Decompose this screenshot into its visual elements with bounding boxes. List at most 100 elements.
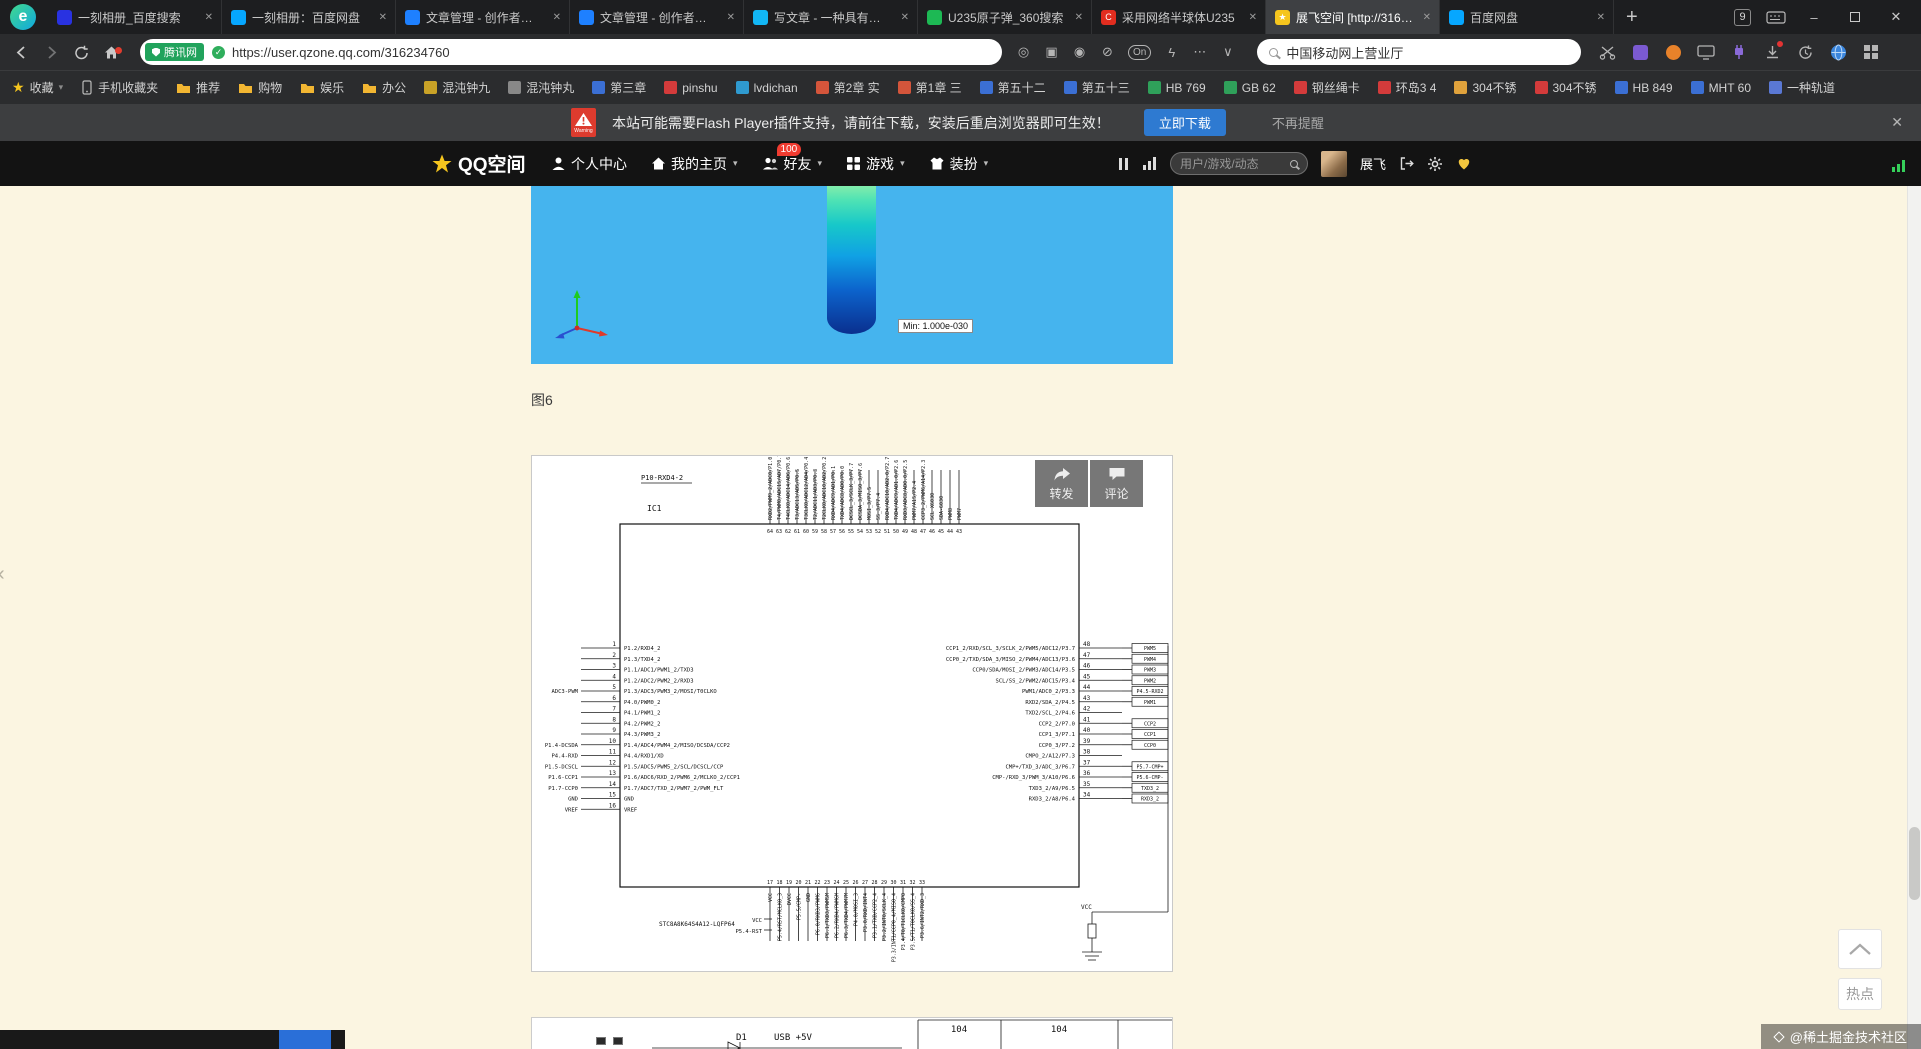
bookmark-item[interactable]: 混沌钟九 [424, 79, 490, 96]
bookmark-item[interactable]: 第2章 实 [815, 79, 880, 96]
browser-tab[interactable]: 写文章 - 一种具有三点 ✕ [744, 0, 918, 34]
snapshot-icon[interactable]: ◉ [1072, 44, 1087, 60]
extension-orange-icon[interactable] [1661, 40, 1685, 64]
quick-launch-icon[interactable]: ϟ [1164, 45, 1179, 60]
browser-tab[interactable]: 百度网盘 ✕ [1440, 0, 1614, 34]
comment-button[interactable]: 评论 [1090, 460, 1143, 507]
maximize-button[interactable] [1842, 10, 1868, 25]
dismiss-reminder-link[interactable]: 不再提醒 [1272, 113, 1324, 132]
browser-tab[interactable]: 一刻相册_百度搜索 ✕ [48, 0, 222, 34]
forward-button[interactable]: 转发 [1035, 460, 1088, 507]
pause-icon[interactable] [1117, 157, 1129, 170]
bookmark-item[interactable]: 购物 [238, 79, 282, 96]
browser-sphere-icon[interactable] [1826, 40, 1850, 64]
hot-topics-button[interactable]: 热点 [1838, 978, 1882, 1010]
tab-close-icon[interactable]: ✕ [1595, 10, 1607, 25]
refresh-icon[interactable] [66, 44, 96, 61]
bookmark-item[interactable]: 第三章 [592, 79, 646, 96]
tab-close-icon[interactable]: ✕ [1247, 10, 1259, 25]
nav-item-dress[interactable]: 装扮 ▾ [929, 154, 988, 174]
bookmark-item[interactable]: MHT 60 [1690, 81, 1751, 95]
bookmark-item[interactable]: 娱乐 [300, 79, 344, 96]
site-badge[interactable]: 腾讯网 [145, 43, 204, 61]
music-bars-icon[interactable] [1142, 157, 1157, 170]
banner-close-icon[interactable]: ✕ [1891, 114, 1903, 131]
bookmark-item[interactable]: 第五十三 [1063, 79, 1130, 96]
nav-item-home[interactable]: 我的主页 ▾ [651, 154, 738, 174]
browser-tab[interactable]: ★ 展飞空间 [http://316234760] ✕ [1266, 0, 1440, 34]
gear-icon[interactable] [1427, 156, 1443, 172]
tab-close-icon[interactable]: ✕ [1421, 10, 1433, 25]
keyboard-icon[interactable] [1766, 9, 1786, 25]
tab-close-icon[interactable]: ✕ [377, 10, 389, 25]
bookmark-item[interactable]: 304不锈 [1534, 79, 1597, 96]
more-icon[interactable]: ⋯ [1192, 44, 1207, 60]
browser-tab[interactable]: U235原子弹_360搜索 ✕ [918, 0, 1092, 34]
browser-search-box[interactable]: 中国移动网上营业厅 [1257, 39, 1582, 65]
schematic-image[interactable]: IC1 P10-RXD4-2 1 P1.2/RXD4_2 2 P1.3/TXD4_2 3 P1… [531, 455, 1173, 972]
nav-item-profile[interactable]: 个人中心 [551, 154, 627, 174]
nav-item-games[interactable]: 游戏 ▾ [846, 154, 905, 174]
history-icon[interactable] [1793, 40, 1817, 64]
url-field[interactable]: 腾讯网 ✓ https://user.qzone.qq.com/31623476… [140, 39, 1002, 65]
scrollbar-thumb[interactable] [1909, 827, 1920, 900]
bookmark-item[interactable]: HB 849 [1614, 81, 1673, 95]
tab-close-icon[interactable]: ✕ [203, 10, 215, 25]
bookmark-item[interactable]: 304不锈 [1454, 79, 1517, 96]
extension-purple-icon[interactable] [1628, 40, 1652, 64]
apps-grid-icon[interactable] [1859, 40, 1883, 64]
tab-close-icon[interactable]: ✕ [551, 10, 563, 25]
avatar[interactable] [1321, 150, 1347, 177]
browser-tab[interactable]: C 采用网络半球体U235 ✕ [1092, 0, 1266, 34]
bookmark-item[interactable]: GB 62 [1223, 81, 1276, 95]
browser-logo[interactable]: e [10, 4, 36, 30]
scrollbar[interactable] [1907, 186, 1921, 1049]
browser-tab[interactable]: 文章管理 - 创作者中心 ✕ [570, 0, 744, 34]
bookmark-item[interactable]: 一种轨道 [1769, 79, 1835, 96]
scissors-icon[interactable] [1595, 40, 1619, 64]
tab-close-icon[interactable]: ✕ [899, 10, 911, 25]
bookmark-item[interactable]: 环岛3 4 [1377, 79, 1436, 96]
bookmark-item[interactable]: 混沌钟丸 [508, 79, 574, 96]
bookmark-item[interactable]: HB 769 [1147, 81, 1206, 95]
tab-close-icon[interactable]: ✕ [1073, 10, 1085, 25]
plugin-icon[interactable] [1727, 40, 1751, 64]
images-icon[interactable]: ▣ [1044, 44, 1059, 60]
minimize-button[interactable]: – [1801, 10, 1827, 25]
browser-tab[interactable]: 文章管理 - 创作者中心 ✕ [396, 0, 570, 34]
expand-icon[interactable]: ∨ [1220, 44, 1235, 60]
forward-icon[interactable] [36, 44, 66, 61]
back-to-top-button[interactable] [1838, 929, 1882, 969]
bookmark-item[interactable]: 钢丝绳卡 [1293, 79, 1360, 96]
sidebar-collapse-arrow[interactable]: ‹ [0, 563, 5, 586]
qzone-logo[interactable]: QQ空间 [431, 141, 526, 186]
bookmark-item[interactable]: ★ 收藏 ▾ [12, 79, 63, 96]
bookmark-item[interactable]: 推荐 [176, 79, 220, 96]
new-tab-button[interactable]: + [1614, 1, 1650, 33]
download-icon[interactable] [1760, 40, 1784, 64]
logout-icon[interactable] [1399, 156, 1414, 171]
ad-block-icon[interactable]: ⊘ [1100, 44, 1115, 60]
tab-close-icon[interactable]: ✕ [725, 10, 737, 25]
home-icon[interactable] [96, 44, 126, 61]
reader-mode-icon[interactable]: ◎ [1016, 44, 1031, 60]
bookmark-item[interactable]: 第1章 三 [897, 79, 962, 96]
close-button[interactable]: ✕ [1883, 9, 1909, 25]
bookmark-item[interactable]: 办公 [362, 79, 406, 96]
nav-item-friends[interactable]: 好友 ▾ 100 [762, 142, 822, 174]
usb-circuit-image[interactable]: 104 104 D1 USB +5V [531, 1017, 1173, 1049]
on-toggle[interactable]: On [1128, 44, 1152, 60]
back-icon[interactable] [6, 44, 36, 61]
bookmark-item[interactable]: lvdichan [735, 81, 798, 95]
extension-count-badge[interactable]: 9 [1734, 8, 1751, 26]
tray-icon[interactable] [596, 1037, 606, 1045]
bookmark-item[interactable]: 第五十二 [979, 79, 1046, 96]
bookmark-item[interactable]: pinshu [664, 81, 718, 95]
bookmark-item[interactable]: 手机收藏夹 [81, 79, 158, 96]
download-flash-button[interactable]: 立即下载 [1143, 109, 1226, 136]
gift-heart-icon[interactable] [1456, 156, 1472, 171]
tray-icon[interactable] [613, 1037, 623, 1045]
qzone-search-box[interactable]: 用户/游戏/动态 [1170, 152, 1308, 175]
screen-cast-icon[interactable] [1694, 40, 1718, 64]
taskbar-active-app[interactable] [279, 1030, 331, 1049]
